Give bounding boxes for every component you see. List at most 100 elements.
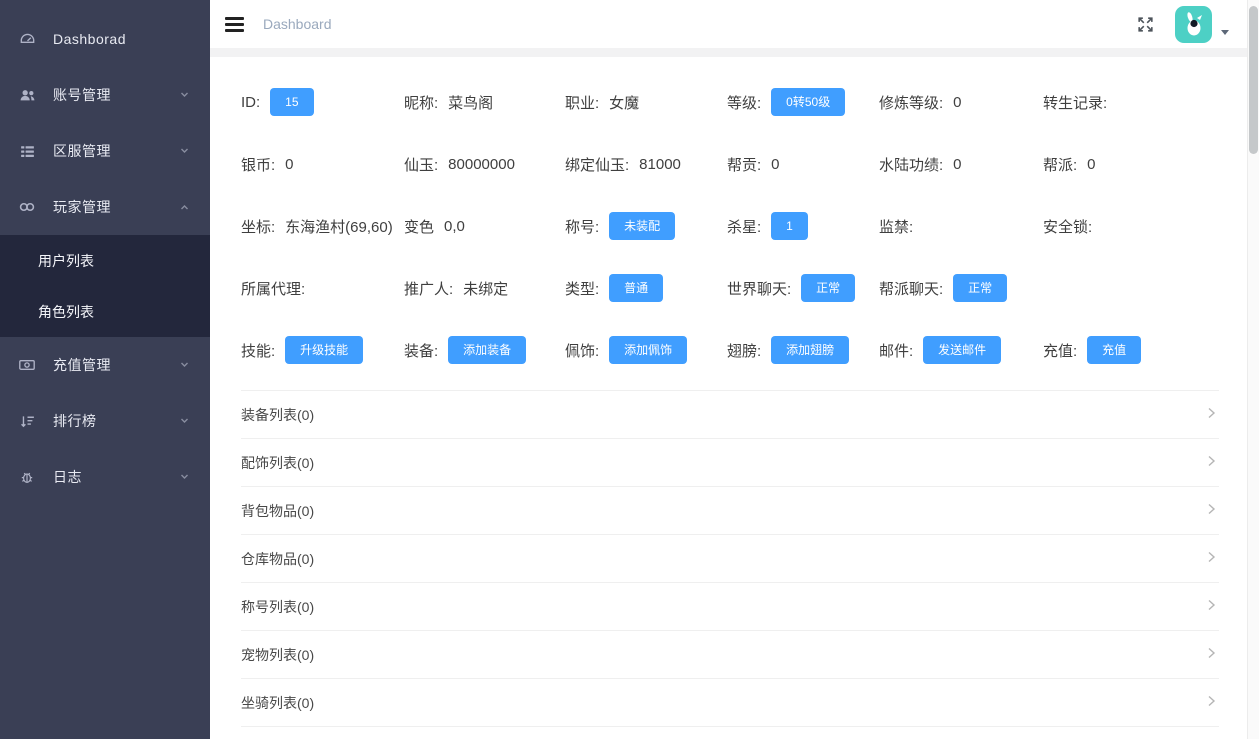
accessory-label: 佩饰: bbox=[565, 340, 599, 361]
sidebar-item-player[interactable]: 玩家管理 bbox=[0, 179, 210, 235]
sidebar-label: 玩家管理 bbox=[53, 197, 111, 217]
dashboard-icon bbox=[16, 31, 38, 48]
kill-star-label: 杀星: bbox=[727, 216, 761, 237]
admin-app: Dashborad 账号管理 区服管理 玩家管理 bbox=[0, 0, 1259, 739]
sidebar-item-log[interactable]: 日志 bbox=[0, 449, 210, 505]
chevron-right-icon bbox=[1203, 501, 1219, 520]
fullscreen-icon[interactable] bbox=[1136, 15, 1155, 34]
chevron-down-icon bbox=[179, 469, 190, 485]
id-label: ID: bbox=[241, 94, 260, 111]
list-item-title[interactable]: 称号列表(0) bbox=[241, 583, 1219, 631]
sidebar-item-recharge[interactable]: 充值管理 bbox=[0, 337, 210, 393]
list-icon bbox=[16, 143, 38, 160]
list-item-mount[interactable]: 坐骑列表(0) bbox=[241, 679, 1219, 727]
money-icon bbox=[16, 356, 38, 374]
list-item-warehouse[interactable]: 仓库物品(0) bbox=[241, 535, 1219, 583]
cultivation-label: 修炼等级: bbox=[879, 92, 943, 113]
sidebar-item-account[interactable]: 账号管理 bbox=[0, 67, 210, 123]
sidebar-label: 日志 bbox=[53, 467, 82, 487]
page-scrollbar[interactable] bbox=[1247, 0, 1259, 739]
list-item-equip[interactable]: 装备列表(0) bbox=[241, 391, 1219, 439]
sidebar-label: 用户列表 bbox=[38, 251, 94, 271]
sidebar-item-server[interactable]: 区服管理 bbox=[0, 123, 210, 179]
list-label: 仓库物品(0) bbox=[241, 549, 314, 569]
info-row: 坐标:东海渔村(69,60) 变色0,0 称号:未装配 杀星:1 监禁: 安全锁… bbox=[241, 195, 1219, 257]
info-row: 技能:升级技能 装备:添加装备 佩饰:添加佩饰 翅膀:添加翅膀 邮件:发送邮件 … bbox=[241, 319, 1219, 381]
sidebar-label: 充值管理 bbox=[53, 355, 111, 375]
users-icon bbox=[16, 87, 38, 104]
sidebar: Dashborad 账号管理 区服管理 玩家管理 bbox=[0, 0, 210, 739]
upgrade-skill-button[interactable]: 升级技能 bbox=[285, 336, 363, 364]
equip-label: 装备: bbox=[404, 340, 438, 361]
sidebar-item-rank[interactable]: 排行榜 bbox=[0, 393, 210, 449]
title-label: 称号: bbox=[565, 216, 599, 237]
jade-label: 仙玉: bbox=[404, 154, 438, 175]
job-value: 女魔 bbox=[609, 92, 639, 113]
coords-label: 坐标: bbox=[241, 216, 275, 237]
wings-label: 翅膀: bbox=[727, 340, 761, 361]
job-label: 职业: bbox=[565, 92, 599, 113]
chevron-down-icon bbox=[179, 413, 190, 429]
list-item-accessory[interactable]: 配饰列表(0) bbox=[241, 439, 1219, 487]
merit-value: 0 bbox=[953, 156, 961, 173]
guild-chat-label: 帮派聊天: bbox=[879, 278, 943, 299]
add-wings-button[interactable]: 添加翅膀 bbox=[771, 336, 849, 364]
chevron-right-icon bbox=[1203, 549, 1219, 568]
level-button[interactable]: 0转50级 bbox=[771, 88, 845, 116]
agent-label: 所属代理: bbox=[241, 278, 305, 299]
link-icon bbox=[16, 198, 38, 216]
menu-toggle-icon[interactable] bbox=[225, 17, 244, 32]
chevron-right-icon bbox=[1203, 645, 1219, 664]
bound-jade-value: 81000 bbox=[639, 156, 681, 173]
player-detail-panel: ID:15 昵称:菜鸟阁 职业:女魔 等级:0转50级 修炼等级:0 转生记录:… bbox=[210, 57, 1259, 739]
list-label: 坐骑列表(0) bbox=[241, 693, 314, 713]
recharge-button[interactable]: 充值 bbox=[1087, 336, 1141, 364]
safe-lock-label: 安全锁: bbox=[1043, 216, 1092, 237]
sort-icon bbox=[16, 413, 38, 430]
send-mail-button[interactable]: 发送邮件 bbox=[923, 336, 1001, 364]
info-row: 银币:0 仙玉:80000000 绑定仙玉:81000 帮贡:0 水陆功绩:0 … bbox=[241, 133, 1219, 195]
id-button[interactable]: 15 bbox=[270, 88, 313, 116]
kill-star-button[interactable]: 1 bbox=[771, 212, 808, 240]
color-change-label: 变色 bbox=[404, 216, 434, 237]
player-info: ID:15 昵称:菜鸟阁 职业:女魔 等级:0转50级 修炼等级:0 转生记录:… bbox=[241, 57, 1219, 381]
add-equip-button[interactable]: 添加装备 bbox=[448, 336, 526, 364]
add-accessory-button[interactable]: 添加佩饰 bbox=[609, 336, 687, 364]
chevron-right-icon bbox=[1203, 405, 1219, 424]
list-item-pet[interactable]: 宠物列表(0) bbox=[241, 631, 1219, 679]
world-chat-button[interactable]: 正常 bbox=[801, 274, 855, 302]
guild-chat-button[interactable]: 正常 bbox=[953, 274, 1007, 302]
info-row: 所属代理: 推广人:未绑定 类型:普通 世界聊天:正常 帮派聊天:正常 bbox=[241, 257, 1219, 319]
level-label: 等级: bbox=[727, 92, 761, 113]
jade-value: 80000000 bbox=[448, 156, 515, 173]
sidebar-submenu-player: 用户列表 角色列表 bbox=[0, 235, 210, 337]
bound-jade-label: 绑定仙玉: bbox=[565, 154, 629, 175]
world-chat-label: 世界聊天: bbox=[727, 278, 791, 299]
list-label: 配饰列表(0) bbox=[241, 453, 314, 473]
merit-label: 水陆功绩: bbox=[879, 154, 943, 175]
breadcrumb[interactable]: Dashboard bbox=[263, 16, 332, 32]
nickname-label: 昵称: bbox=[404, 92, 438, 113]
sidebar-item-user-list[interactable]: 用户列表 bbox=[0, 235, 210, 286]
promoter-label: 推广人: bbox=[404, 278, 453, 299]
user-menu-caret-icon[interactable] bbox=[1221, 30, 1229, 35]
list-label: 宠物列表(0) bbox=[241, 645, 314, 665]
type-label: 类型: bbox=[565, 278, 599, 299]
rebirth-label: 转生记录: bbox=[1043, 92, 1107, 113]
cultivation-value: 0 bbox=[953, 94, 961, 111]
chevron-right-icon bbox=[1203, 453, 1219, 472]
scrollbar-thumb[interactable] bbox=[1249, 6, 1258, 154]
type-button[interactable]: 普通 bbox=[609, 274, 663, 302]
sidebar-label: 排行榜 bbox=[53, 411, 97, 431]
main-area: Dashboard ID:15 昵称:菜鸟阁 职业:女魔 等级:0转50 bbox=[210, 0, 1259, 739]
color-change-value: 0,0 bbox=[444, 218, 465, 235]
sidebar-item-dashboard[interactable]: Dashborad bbox=[0, 11, 210, 67]
avatar[interactable] bbox=[1175, 6, 1212, 43]
title-button[interactable]: 未装配 bbox=[609, 212, 675, 240]
list-label: 称号列表(0) bbox=[241, 597, 314, 617]
sidebar-label: 账号管理 bbox=[53, 85, 111, 105]
guild-contrib-value: 0 bbox=[771, 156, 779, 173]
jail-label: 监禁: bbox=[879, 216, 913, 237]
list-item-backpack[interactable]: 背包物品(0) bbox=[241, 487, 1219, 535]
sidebar-item-role-list[interactable]: 角色列表 bbox=[0, 286, 210, 337]
